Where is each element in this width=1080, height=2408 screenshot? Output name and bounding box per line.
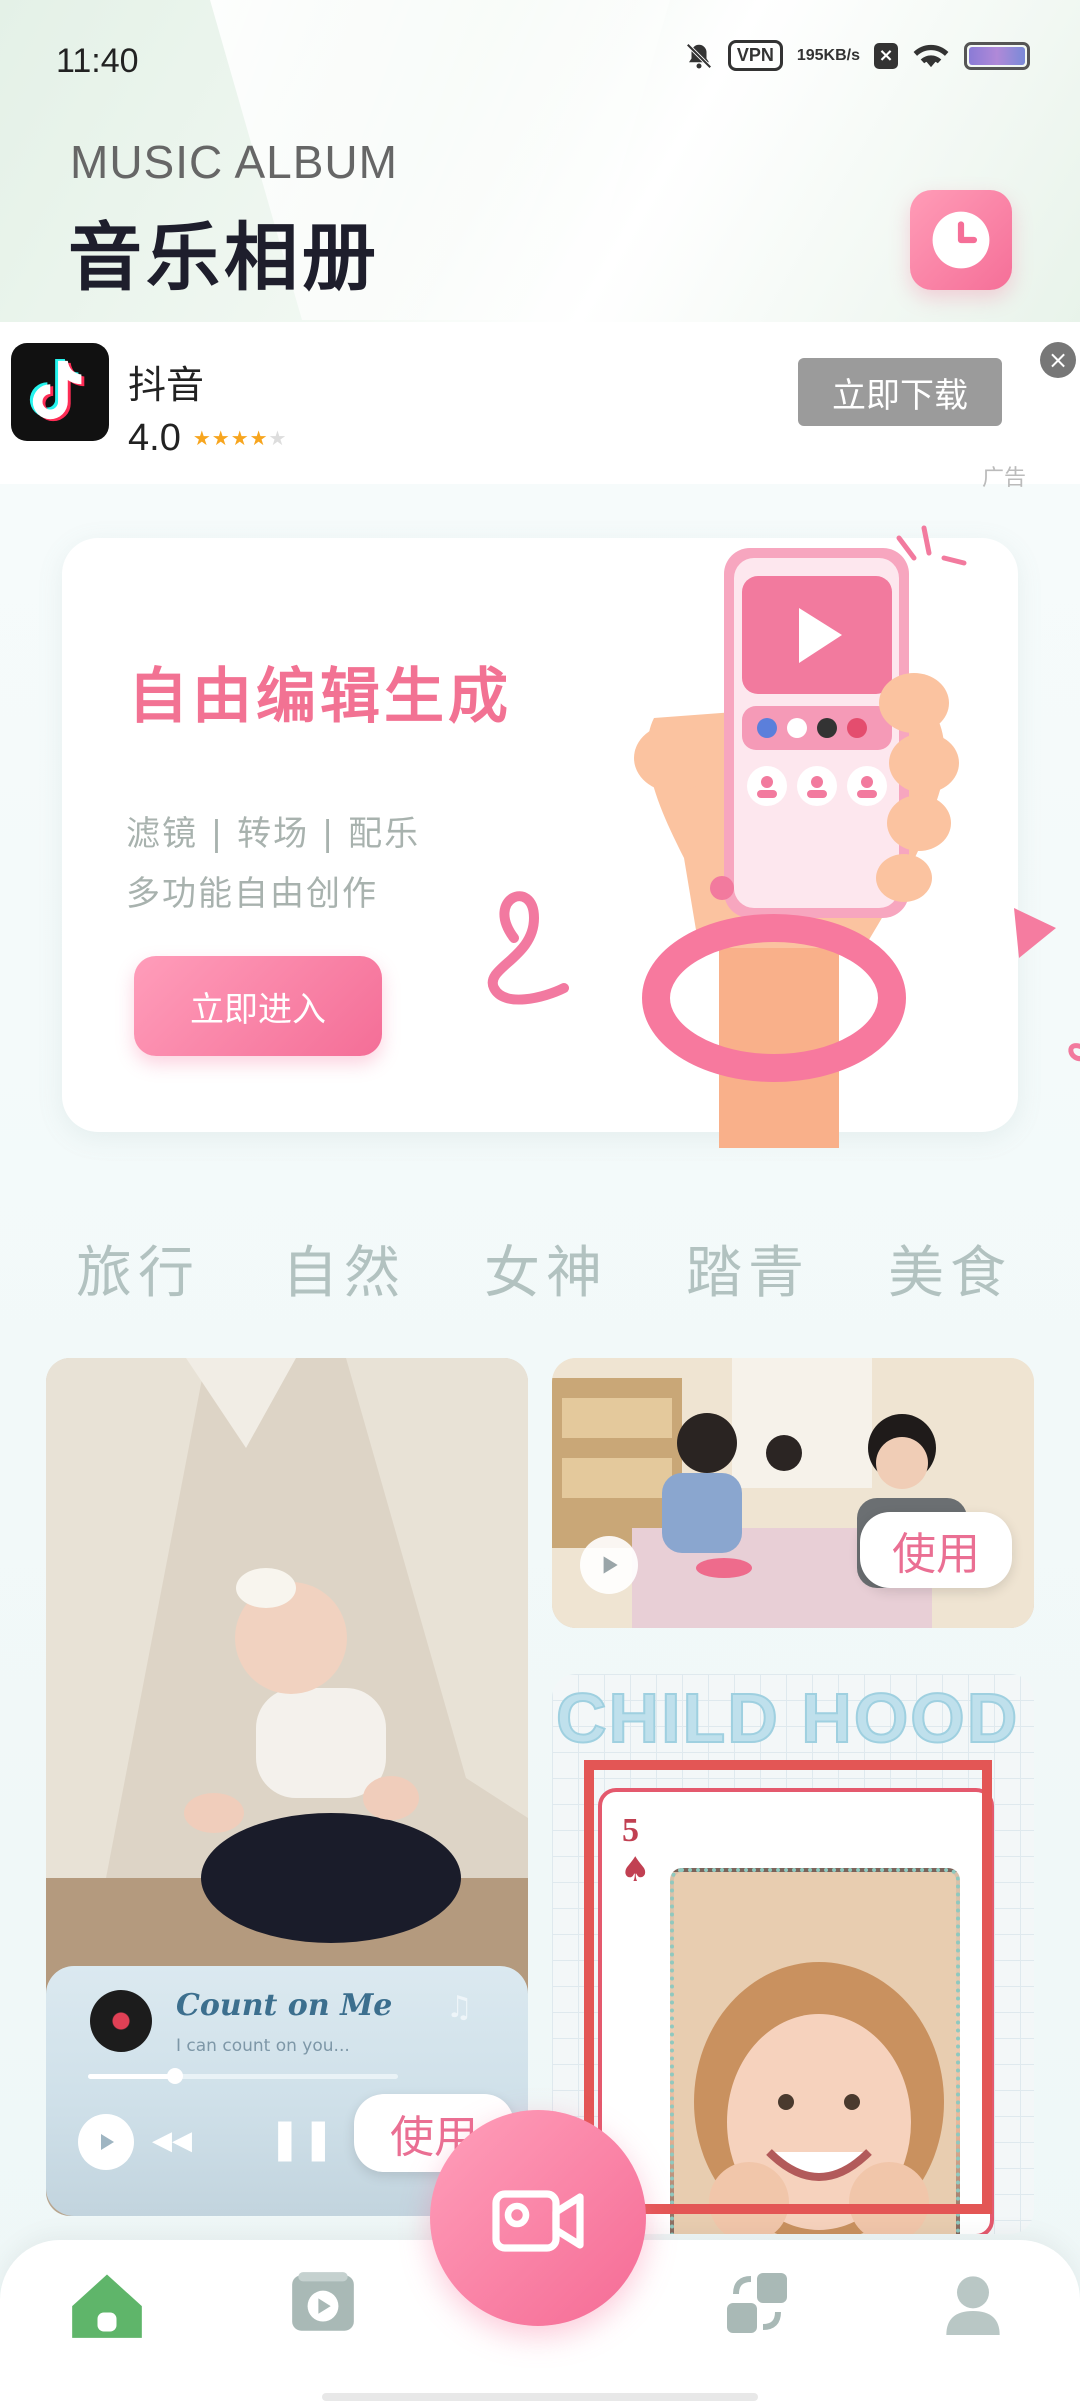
swap-icon [727,2273,787,2333]
hero-description: 多功能自由创作 [126,874,378,914]
play-preview-button[interactable] [580,1536,638,1594]
hero-banner[interactable]: 自由编辑生成 滤镜 | 转场 | 配乐 多功能自由创作 立即进入 [62,525,1080,1148]
star-rating: ★★★★★ [192,428,288,450]
vpn-badge: VPN [727,40,783,71]
status-time: 11:40 [56,42,139,80]
template-card-classroom[interactable]: 使用 [552,1358,1034,1628]
template-card-childhood[interactable]: CHILD HOOD 5 ♠ [552,1674,1034,2234]
battery-icon [964,41,1030,70]
spade-icon: ♠ [620,1850,651,1890]
playing-card-frame: 5 ♠ [598,1788,994,2234]
ad-rating-value: 4.0 [128,417,181,459]
enter-button[interactable]: 立即进入 [134,956,382,1056]
nav-album[interactable] [278,2258,368,2348]
home-indicator[interactable] [322,2393,758,2401]
create-video-button[interactable] [430,2110,646,2326]
hero-features: 滤镜 | 转场 | 配乐 [126,814,421,854]
play-icon [78,2114,134,2170]
x-box-icon: × [874,42,898,69]
category-tab-outing[interactable]: 踏青 [686,1228,810,1309]
nav-profile[interactable] [928,2258,1018,2348]
app-subtitle: MUSIC ALBUM [70,136,398,188]
status-icons: VPN 195 KB/s × [684,40,1030,71]
category-tab-goddess[interactable]: 女神 [484,1228,608,1309]
category-tab-nature[interactable]: 自然 [282,1228,406,1309]
music-note-icon: ♫ [446,1990,473,2025]
baby-photo [46,1358,528,1998]
nav-swap[interactable] [712,2258,802,2348]
category-tabs: 旅行 自然 女神 踏青 美食 [0,1228,1080,1308]
ad-close-button[interactable]: × [1040,342,1076,378]
song-title: Count on Me [176,1988,393,2023]
history-button[interactable] [910,190,1012,290]
ad-app-name: 抖音 [128,363,205,407]
ad-rating: 4.0 ★★★★★ [128,417,287,460]
child-photo [670,1868,960,2234]
tiktok-logo-icon [11,343,109,441]
net-speed-unit: KB/s [823,46,860,64]
progress-knob [166,2068,183,2084]
app-title: 音乐相册 [68,215,380,301]
template-card-baby[interactable]: Count on Me I can count on you... ♫ ◀◀ ❚… [46,1358,528,2216]
category-tab-travel[interactable]: 旅行 [76,1228,200,1309]
net-speed: 195 KB/s [796,46,860,64]
album-icon [292,2272,354,2331]
ad-banner[interactable]: 抖音 4.0 ★★★★★ 立即下载 × 广告 [0,322,1080,491]
wifi-icon [912,41,950,71]
vinyl-disc-icon [90,1990,152,2052]
clock-icon [932,211,990,269]
card-number: 5 [622,1812,639,1849]
record-video-icon [492,2190,584,2252]
nav-home[interactable] [62,2258,152,2348]
childhood-heading: CHILD HOOD [555,1678,1020,1758]
song-subtitle: I can count on you... [176,2036,350,2056]
ad-label: 广告 [982,466,1027,491]
home-icon [72,2274,142,2338]
play-icon [603,1556,618,1574]
song-progress [88,2068,398,2084]
mute-bell-icon [684,41,714,71]
hand-phone-illustration [487,525,1080,1148]
category-tab-food[interactable]: 美食 [888,1228,1012,1309]
use-template-button[interactable]: 使用 [860,1512,1012,1588]
net-speed-value: 195 [796,46,824,64]
status-bar: 11:40 VPN 195 KB/s × [0,0,1080,120]
pause-icon: ❚❚ [268,2116,336,2162]
rewind-icon: ◀◀ [152,2126,192,2156]
ad-download-button[interactable]: 立即下载 [798,358,1002,426]
profile-icon [946,2276,1000,2335]
